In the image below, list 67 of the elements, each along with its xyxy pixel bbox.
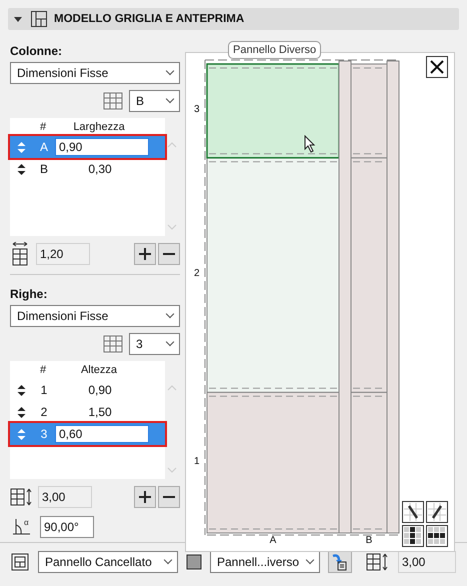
count-dropdown[interactable]: 3 <box>129 333 180 355</box>
grid-panel[interactable] <box>350 64 388 158</box>
row-id: B <box>38 162 49 176</box>
column-header: Larghezza <box>72 120 126 135</box>
table-row[interactable]: 3 0,60 <box>10 423 165 445</box>
height-field: 3,00 <box>398 551 456 573</box>
panel-swatch-icon <box>186 554 202 570</box>
total-height-icon <box>366 552 390 572</box>
tooltip: Pannello Diverso <box>228 41 322 59</box>
panel-icon <box>10 552 30 572</box>
column-label: A <box>268 535 278 546</box>
column-header: # <box>38 363 48 378</box>
table-row[interactable]: A 0,90 <box>10 136 165 158</box>
grid-panel[interactable] <box>206 63 340 159</box>
transfer-settings-icon[interactable] <box>328 551 352 573</box>
table-row[interactable]: 2 1,50 <box>10 401 165 423</box>
collapse-caret-icon[interactable] <box>14 16 22 22</box>
grid-layout-icon <box>30 10 48 28</box>
table-cell-text: 0,90 <box>87 383 113 397</box>
grid-panel[interactable] <box>206 157 340 393</box>
table-cell-text: 1,50 <box>87 405 113 419</box>
row-id: 3 <box>40 427 48 441</box>
column-header: # <box>38 120 48 135</box>
diagonal-view-icon[interactable] <box>426 501 448 523</box>
grid-icon <box>103 92 123 110</box>
row-id: 2 <box>40 405 48 419</box>
row-label: 1 <box>194 456 200 467</box>
remove-button[interactable] <box>158 243 180 265</box>
mode-dropdown[interactable]: Dimensioni Fisse <box>10 62 180 84</box>
mouse-pointer-icon <box>304 135 316 153</box>
row-select-icon[interactable] <box>426 525 448 547</box>
panel-variant-dropdown[interactable]: Pannell...iverso <box>210 551 320 573</box>
table-row[interactable]: B 0,30 <box>10 158 165 180</box>
plus-icon <box>138 490 152 504</box>
row-id: A <box>38 140 49 154</box>
grid-panel[interactable] <box>206 392 340 534</box>
column-label: B <box>364 535 374 546</box>
table-cell-text: 0,30 <box>87 162 113 176</box>
value-input[interactable]: 0,90 <box>55 138 149 156</box>
count-dropdown[interactable]: B <box>129 90 180 112</box>
total-field: 3,00 <box>38 486 92 508</box>
diagonal-view-icon[interactable] <box>402 501 424 523</box>
column-select-icon[interactable] <box>402 525 424 547</box>
add-button[interactable] <box>134 243 156 265</box>
add-button[interactable] <box>134 486 156 508</box>
grid-panel[interactable] <box>350 392 388 534</box>
table-row[interactable]: 1 0,90 <box>10 379 165 401</box>
remove-button[interactable] <box>158 486 180 508</box>
plus-icon <box>138 247 152 261</box>
row-label: 3 <box>194 104 200 115</box>
section-title: MODELLO GRIGLIA E ANTEPRIMA <box>54 13 244 25</box>
section-header[interactable]: MODELLO GRIGLIA E ANTEPRIMA <box>8 8 459 30</box>
total-width-icon <box>10 242 30 266</box>
row-label: 2 <box>194 268 200 280</box>
close-button[interactable] <box>426 56 448 78</box>
section-label: Righe: <box>10 286 48 303</box>
section-label: Colonne: <box>10 43 63 60</box>
grid-icon <box>103 335 123 353</box>
angle-field[interactable]: 90,00° <box>40 516 94 538</box>
row-id: 1 <box>40 383 48 397</box>
grid-panel[interactable] <box>350 157 388 393</box>
column-header: Altezza <box>80 363 118 378</box>
mode-dropdown[interactable]: Dimensioni Fisse <box>10 305 180 327</box>
total-height-icon <box>10 487 32 507</box>
value-input[interactable]: 0,60 <box>55 425 149 443</box>
total-field: 1,20 <box>36 243 90 265</box>
panel-type-dropdown[interactable]: Pannello Cancellato <box>38 551 178 573</box>
